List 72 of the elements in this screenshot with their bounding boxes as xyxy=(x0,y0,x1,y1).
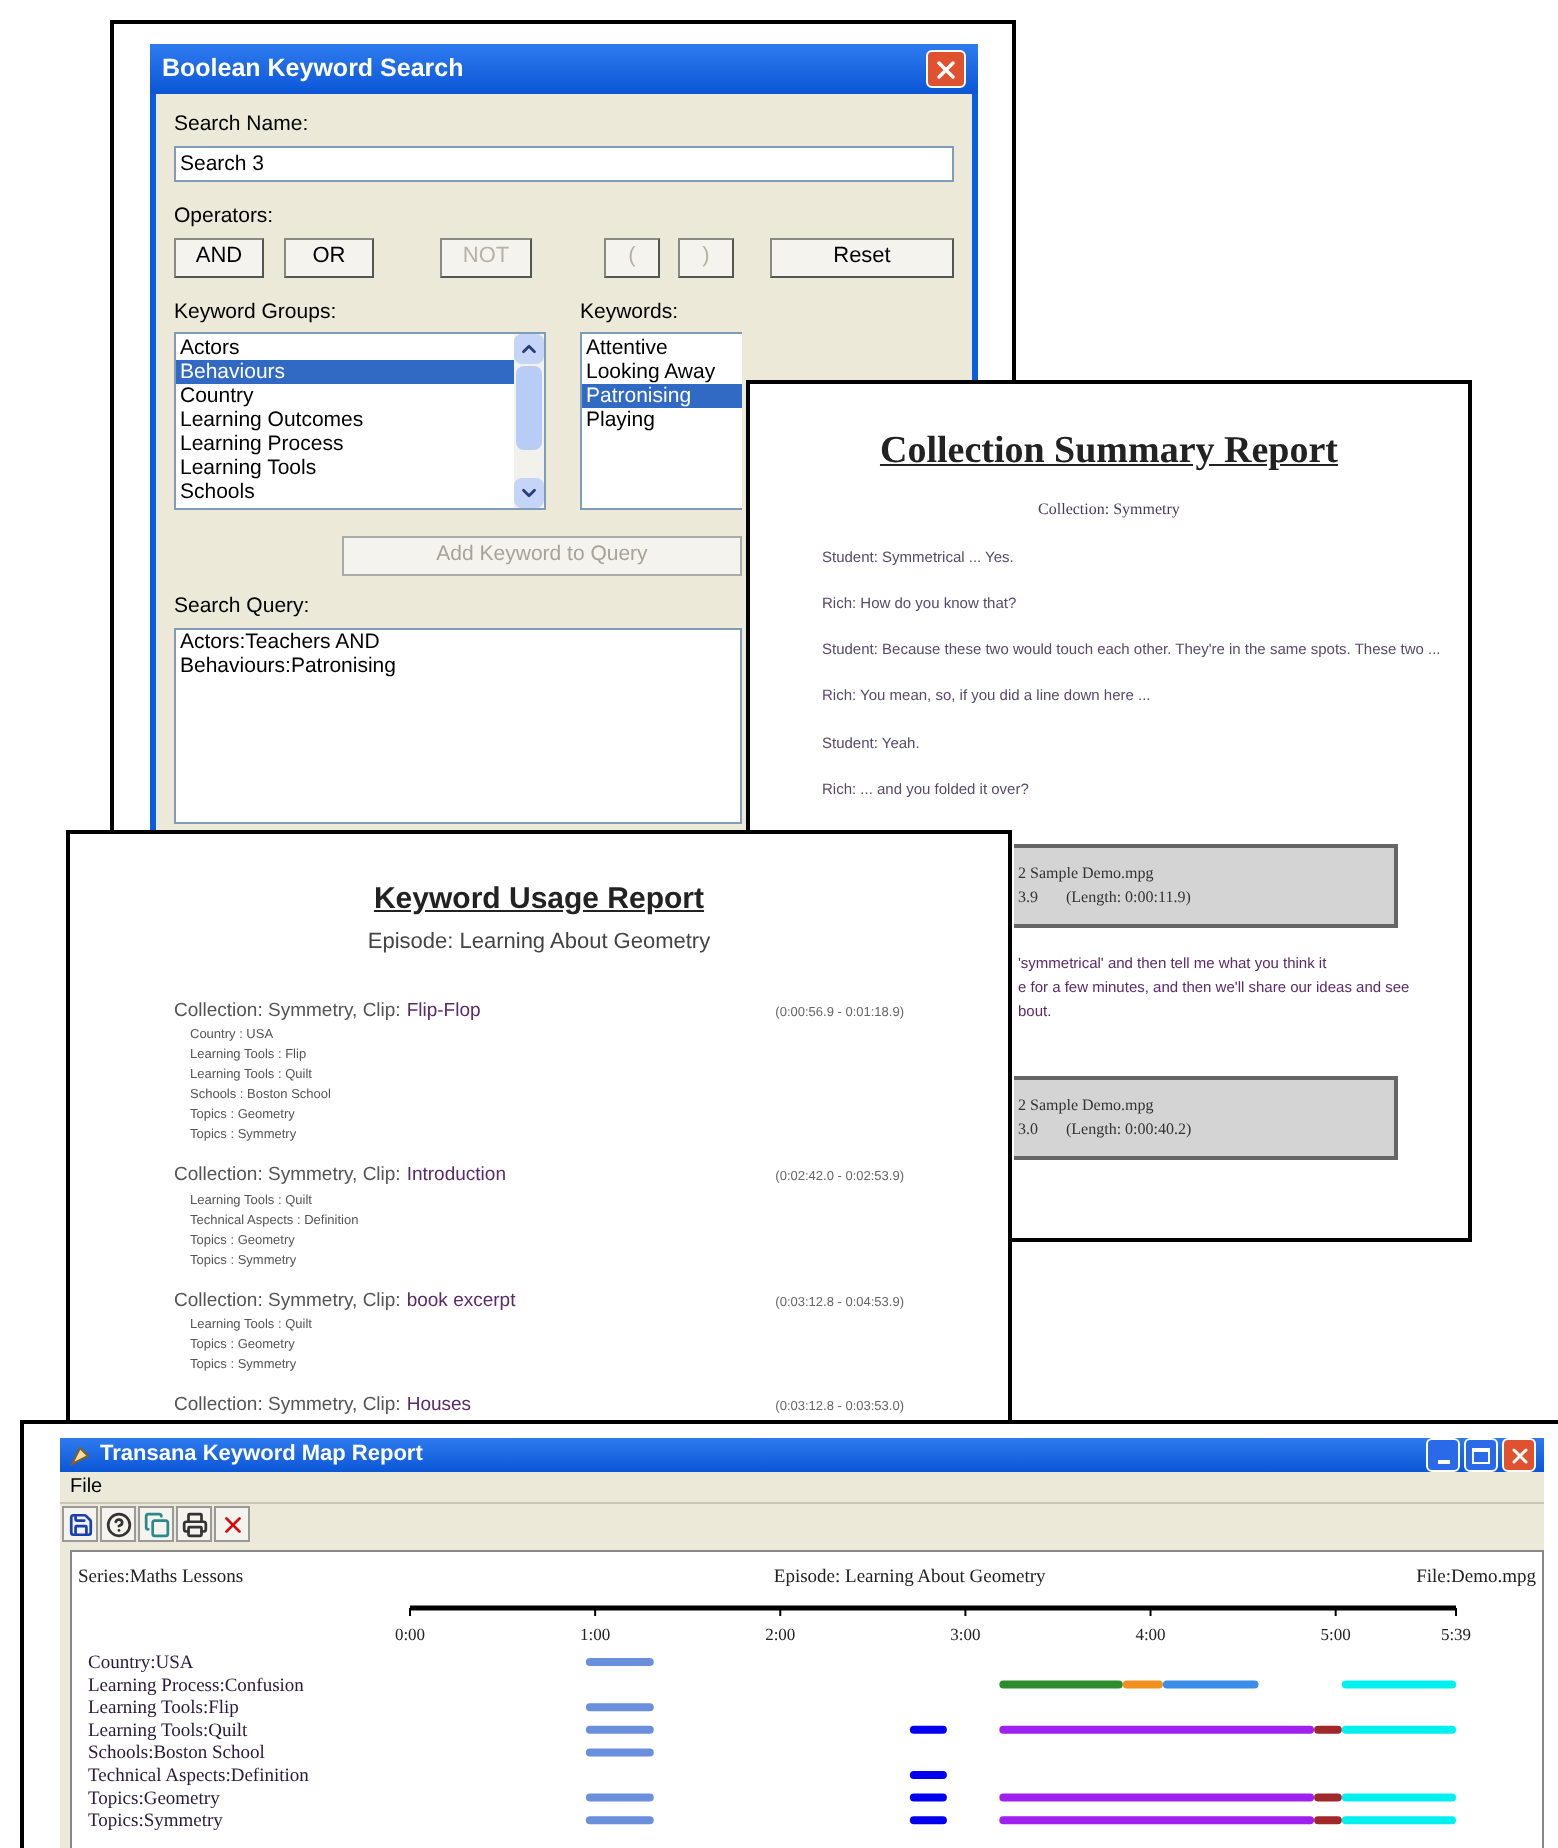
clip-heading: Collection: Symmetry, Clip: xyxy=(174,1391,401,1420)
maximize-icon[interactable] xyxy=(1464,1438,1498,1472)
search-query-field[interactable]: Actors:Teachers AND Behaviours:Patronising xyxy=(174,628,742,824)
keyword-row-label: Learning Tools:Flip xyxy=(88,1699,239,1720)
scroll-down-icon[interactable] xyxy=(514,478,544,509)
report-subtitle: Collection: Symmetry xyxy=(1038,497,1180,521)
copy-icon[interactable] xyxy=(138,1506,174,1542)
list-item[interactable]: Schools xyxy=(176,480,514,505)
list-item[interactable]: Patronising xyxy=(582,384,742,409)
clip-time: 3.9 xyxy=(1018,886,1038,910)
keyword-row-label: Topics:Geometry xyxy=(88,1790,220,1811)
axis-tick-label: 0:00 xyxy=(394,1624,426,1645)
list-item[interactable]: Actors xyxy=(176,336,514,361)
operator-button[interactable]: AND xyxy=(174,237,264,277)
episode-label: Episode: Learning About Geometry xyxy=(773,1566,1046,1592)
scroll-up-icon[interactable] xyxy=(514,334,544,365)
series-label: Series:Maths Lessons xyxy=(78,1566,244,1592)
field-label: Keyword Groups: xyxy=(174,297,339,327)
list-item[interactable]: Learning Tools xyxy=(176,456,514,481)
field-label: Keywords: xyxy=(580,297,681,327)
axis-tick-label: 4:00 xyxy=(1135,1624,1166,1645)
clip-file-name: 2 Sample Demo.mpg xyxy=(1018,1094,1156,1118)
help-icon[interactable] xyxy=(100,1506,136,1542)
axis-tick-label: 5:39 xyxy=(1440,1624,1472,1645)
operator-button[interactable]: OR xyxy=(284,237,374,277)
list-item[interactable]: Learning Process xyxy=(176,432,514,457)
list-item[interactable]: Behaviours xyxy=(176,360,514,385)
axis-tick-label: 1:00 xyxy=(580,1624,611,1645)
clip-heading: Collection: Symmetry, Clip: xyxy=(174,998,401,1026)
report-title: Keyword Usage Report xyxy=(373,880,705,920)
keyword-row-label: Learning Tools:Quilt xyxy=(88,1722,248,1743)
field-label: Search Name: xyxy=(174,110,309,140)
list-item[interactable]: Playing xyxy=(582,408,742,433)
list-item[interactable]: Country xyxy=(176,384,514,409)
list-item[interactable]: Looking Away xyxy=(582,360,742,385)
keyword-row-label: Schools:Boston School xyxy=(88,1744,265,1765)
clip-name: Introduction xyxy=(406,1162,506,1191)
window-title: Transana Keyword Map Report xyxy=(100,1440,423,1471)
close-icon[interactable] xyxy=(214,1506,250,1542)
file-label: File:Demo.mpg xyxy=(1416,1566,1536,1592)
axis-tick-label: 3:00 xyxy=(950,1624,981,1645)
clip-name: Flip-Flop xyxy=(406,998,481,1026)
keyword-row-label: Topics:Symmetry xyxy=(88,1812,223,1833)
clip-name: book excerpt xyxy=(406,1287,516,1315)
clip-heading: Collection: Symmetry, Clip: xyxy=(174,1287,401,1315)
operator-button[interactable]: Reset xyxy=(770,237,954,277)
clip-time: 3.0 xyxy=(1018,1118,1038,1142)
keyword-row-label: Country:USA xyxy=(88,1654,194,1675)
app-icon xyxy=(68,1443,92,1467)
scroll-thumb[interactable] xyxy=(516,366,542,451)
minimize-icon[interactable] xyxy=(1426,1438,1460,1472)
clip-length: (Length: 0:00:11.9) xyxy=(1066,886,1191,910)
list-item[interactable]: Learning Outcomes xyxy=(176,408,514,433)
save-icon[interactable] xyxy=(62,1506,98,1542)
keyword-row-label: Learning Process:Confusion xyxy=(88,1677,304,1698)
report-subtitle: Episode: Learning About Geometry xyxy=(367,927,711,957)
list-item[interactable]: Attentive xyxy=(582,336,742,361)
field-label: Operators: xyxy=(174,201,274,232)
keyword-row-label: Technical Aspects:Definition xyxy=(88,1767,309,1788)
menu-item[interactable]: File xyxy=(66,1472,107,1502)
clip-file-name: 2 Sample Demo.mpg xyxy=(1018,862,1156,886)
report-title: Collection Summary Report xyxy=(879,428,1339,476)
axis-tick-label: 5:00 xyxy=(1320,1624,1351,1645)
field-label: Search Query: xyxy=(174,592,310,623)
window-title: Boolean Keyword Search xyxy=(162,52,464,87)
axis-tick-label: 2:00 xyxy=(765,1624,796,1645)
search-name-field[interactable]: Search 3 xyxy=(174,145,954,182)
clip-length: (Length: 0:00:40.2) xyxy=(1066,1118,1192,1142)
print-icon[interactable] xyxy=(176,1506,212,1542)
clip-name: Houses xyxy=(406,1391,472,1420)
clip-heading: Collection: Symmetry, Clip: xyxy=(174,1162,401,1191)
scrollbar[interactable] xyxy=(514,334,544,509)
